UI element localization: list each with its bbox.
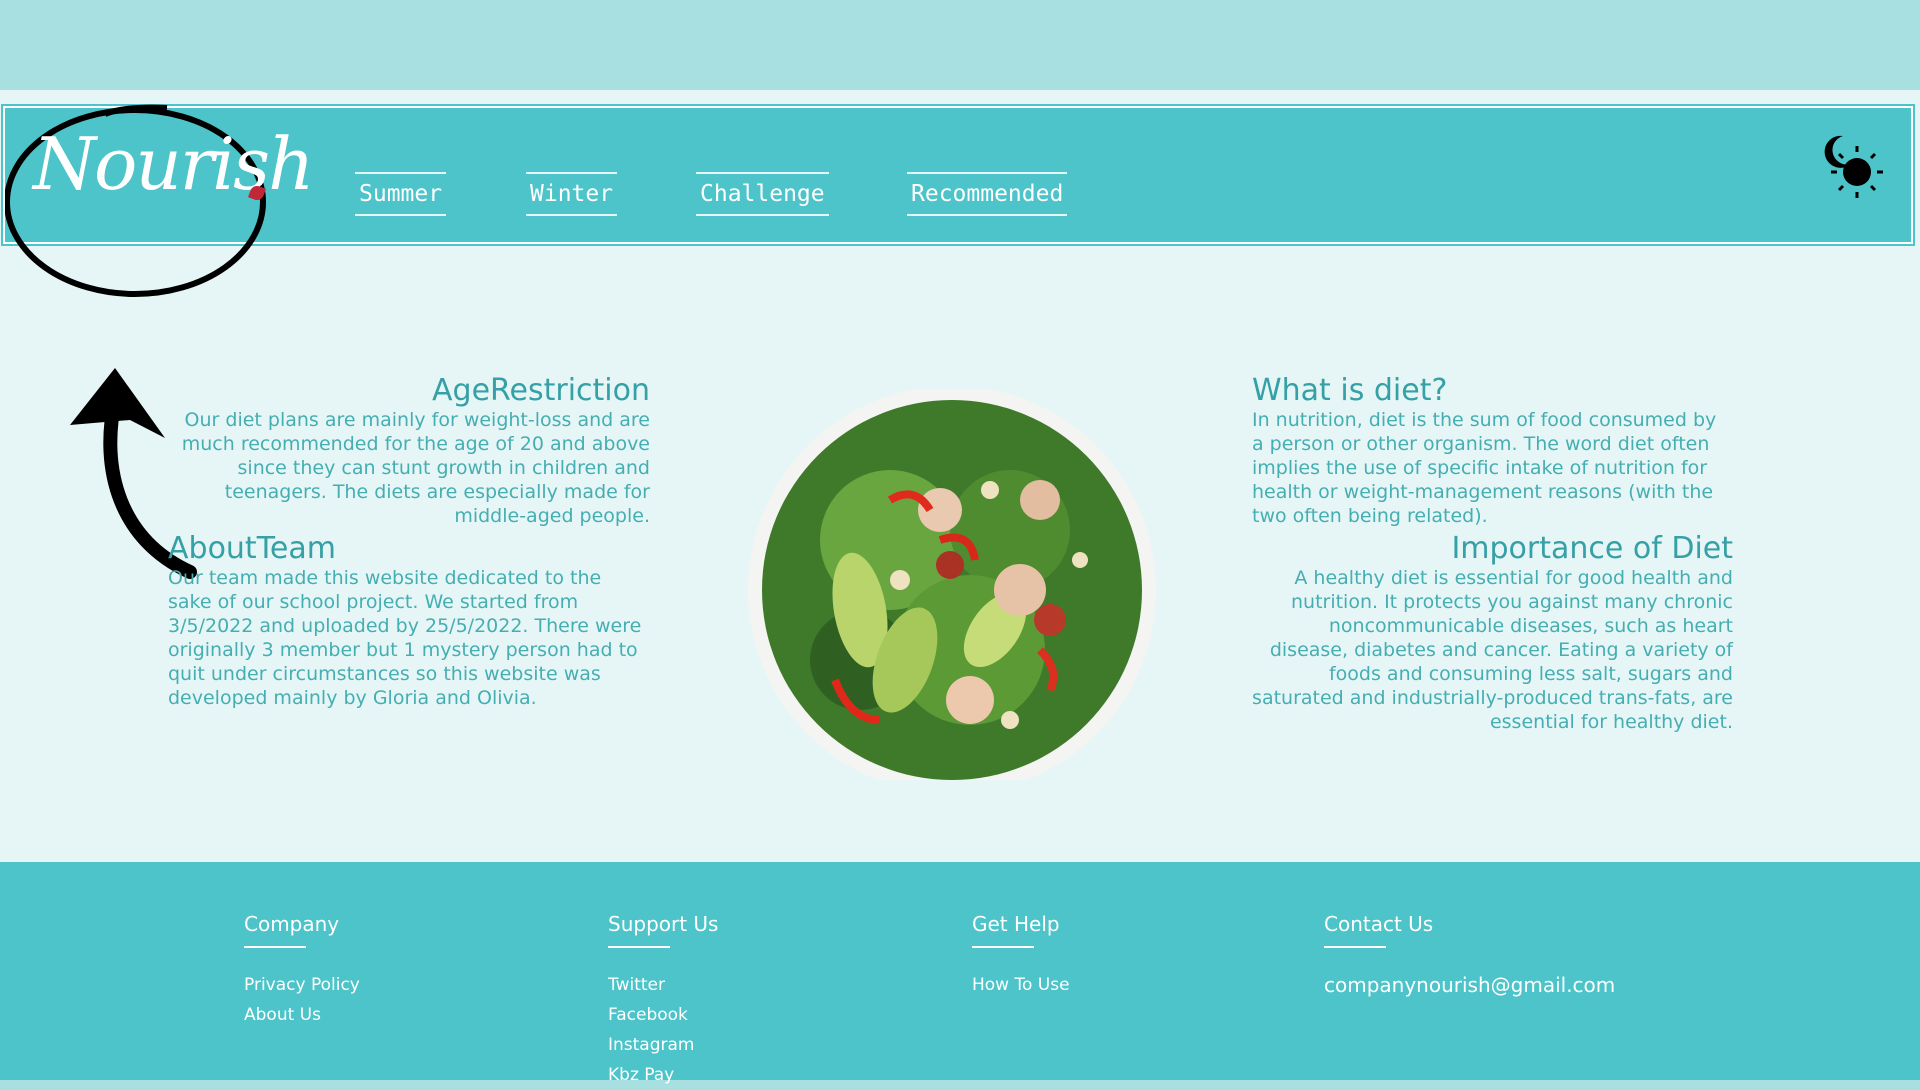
footer-company: Company Privacy Policy About Us xyxy=(244,910,360,1030)
salad-bowl-image xyxy=(740,390,1160,780)
site-header: Nourish Summer Winter Challenge Recommen… xyxy=(1,104,1915,297)
about-team-section: AboutTeam Our team made this website ded… xyxy=(168,532,650,710)
nav-recommended[interactable]: Recommended xyxy=(907,172,1068,216)
contact-email-link[interactable]: companynourish@gmail.com xyxy=(1324,973,1615,997)
importance-section: Importance of Diet A healthy diet is ess… xyxy=(1252,532,1733,734)
nav-winter[interactable]: Winter xyxy=(526,172,618,216)
moon-sun-icon xyxy=(1824,135,1883,198)
footer-link-privacy-policy[interactable]: Privacy Policy xyxy=(244,970,360,1000)
footer-help-title: Get Help xyxy=(972,912,1060,936)
importance-body: A healthy diet is essential for good hea… xyxy=(1252,567,1733,733)
theme-toggle-button[interactable] xyxy=(1815,130,1885,200)
about-team-title: AboutTeam xyxy=(168,531,336,566)
age-restriction-title: AgeRestriction xyxy=(432,373,650,408)
what-is-diet-title: What is diet? xyxy=(1252,373,1448,408)
age-restriction-section: AgeRestriction Our diet plans are mainly… xyxy=(170,374,650,528)
nav-summer[interactable]: Summer xyxy=(355,172,447,216)
age-restriction-body: Our diet plans are mainly for weight-los… xyxy=(181,409,650,527)
footer-support: Support Us Twitter Facebook Instagram Kb… xyxy=(608,910,718,1090)
footer-company-title: Company xyxy=(244,912,340,936)
footer-link-about-us[interactable]: About Us xyxy=(244,1000,360,1030)
site-footer: Company Privacy Policy About Us Support … xyxy=(0,862,1920,1085)
divider xyxy=(608,946,670,948)
footer-link-twitter[interactable]: Twitter xyxy=(608,970,718,1000)
divider xyxy=(972,946,1034,948)
footer-contact-title: Contact Us xyxy=(1324,912,1434,936)
footer-link-how-to-use[interactable]: How To Use xyxy=(972,970,1070,1000)
footer-link-facebook[interactable]: Facebook xyxy=(608,1000,718,1030)
what-is-diet-body: In nutrition, diet is the sum of food co… xyxy=(1252,409,1717,527)
divider xyxy=(1324,946,1386,948)
what-is-diet-section: What is diet? In nutrition, diet is the … xyxy=(1252,374,1752,528)
footer-contact: Contact Us companynourish@gmail.com xyxy=(1324,910,1615,1000)
logo-text: Nourish xyxy=(33,122,314,206)
about-team-body: Our team made this website dedicated to … xyxy=(168,567,642,709)
logo[interactable]: Nourish xyxy=(4,94,314,304)
footer-help: Get Help How To Use xyxy=(972,910,1070,1000)
footer-link-kbz-pay[interactable]: Kbz Pay xyxy=(608,1060,718,1090)
divider xyxy=(244,946,306,948)
page: Nourish Summer Winter Challenge Recommen… xyxy=(0,90,1920,1085)
importance-title: Importance of Diet xyxy=(1451,531,1733,566)
nav-challenge[interactable]: Challenge xyxy=(696,172,829,216)
footer-link-instagram[interactable]: Instagram xyxy=(608,1030,718,1060)
footer-support-title: Support Us xyxy=(608,912,719,936)
